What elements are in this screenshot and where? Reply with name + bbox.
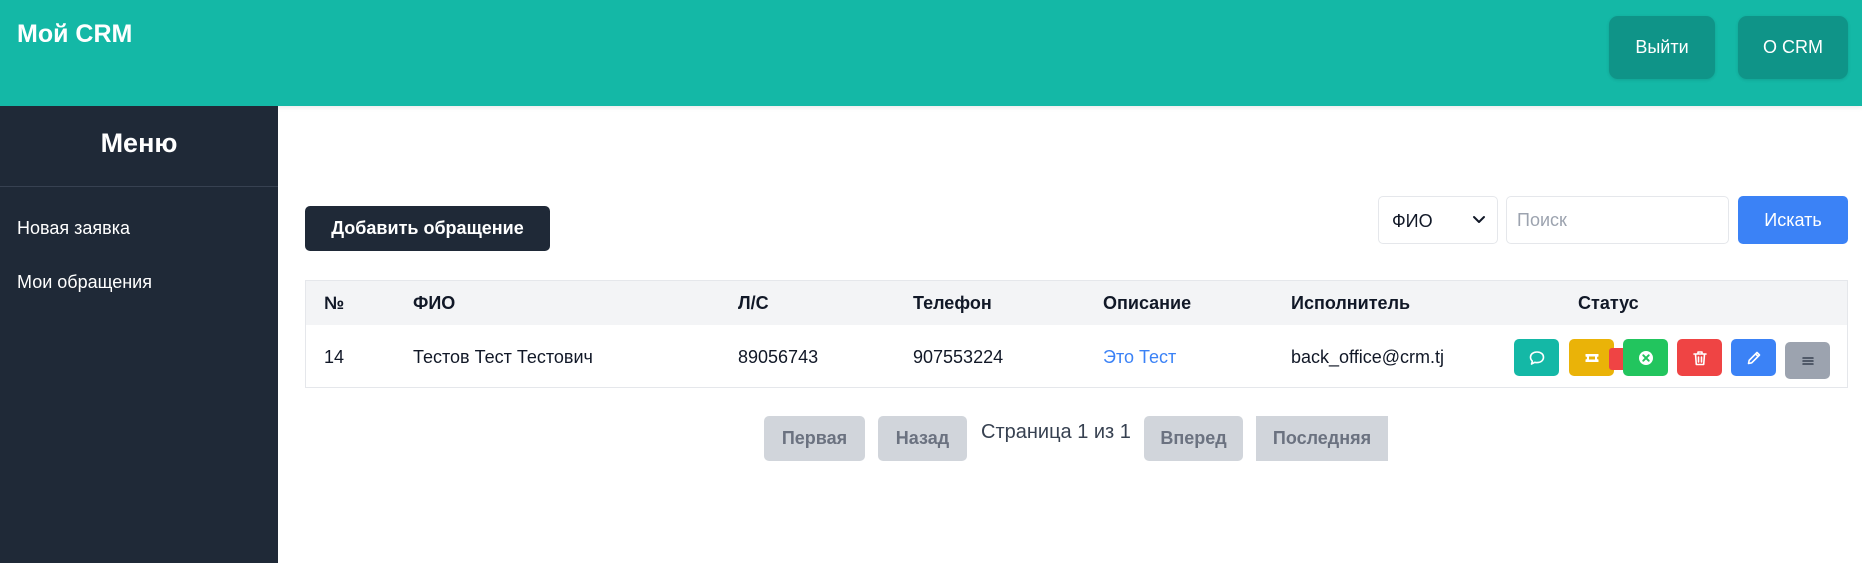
pagination-prev-button[interactable]: Назад xyxy=(878,416,967,461)
column-header-description: Описание xyxy=(1103,293,1192,313)
cell-assignee: back_office@crm.tj xyxy=(1291,347,1444,367)
column-header-assignee: Исполнитель xyxy=(1291,293,1411,313)
add-request-button[interactable]: Добавить обращение xyxy=(305,206,550,251)
chevron-down-icon xyxy=(1473,216,1485,223)
sidebar-title: Меню xyxy=(100,128,178,158)
trash-icon xyxy=(1692,350,1707,365)
cancel-request-button[interactable] xyxy=(1623,339,1668,376)
cell-fio: Тестов Тест Тестович xyxy=(413,347,593,367)
column-header-status: Статус xyxy=(1578,293,1639,313)
column-header-fio: ФИО xyxy=(413,293,456,313)
pagination-first-button[interactable]: Первая xyxy=(764,416,865,461)
search-input[interactable] xyxy=(1506,196,1729,244)
sidebar-divider xyxy=(0,186,278,187)
table-header: № ФИО Л/С Телефон Описание Исполнитель С… xyxy=(306,281,1847,325)
ticket-button[interactable] xyxy=(1569,339,1614,376)
cell-account: 89056743 xyxy=(738,347,819,367)
about-crm-button[interactable]: О CRM xyxy=(1738,16,1848,79)
cancel-icon xyxy=(1638,350,1653,365)
menu-icon xyxy=(1801,356,1814,365)
sidebar-item-new-request[interactable]: Новая заявка xyxy=(17,218,130,239)
column-header-number: № xyxy=(324,293,345,313)
edit-button[interactable] xyxy=(1731,339,1776,376)
search-button[interactable]: Искать xyxy=(1738,196,1848,244)
column-header-phone: Телефон xyxy=(913,293,992,313)
pencil-icon xyxy=(1747,351,1760,364)
sidebar-item-my-requests[interactable]: Мои обращения xyxy=(17,272,152,293)
logout-button[interactable]: Выйти xyxy=(1609,16,1715,79)
pagination-info: Страница 1 из 1 xyxy=(981,421,1131,443)
ticket-icon xyxy=(1585,353,1598,362)
top-header: Мой CRM Выйти О CRM xyxy=(0,0,1862,106)
app-title: Мой CRM xyxy=(17,20,133,48)
delete-button[interactable] xyxy=(1677,339,1722,376)
cell-phone: 907553224 xyxy=(913,347,1004,367)
search-field-select-value: ФИО xyxy=(1392,211,1433,231)
cell-number: 14 xyxy=(324,347,345,367)
cell-description-link[interactable]: Это Тест xyxy=(1103,347,1176,368)
more-options-button[interactable] xyxy=(1785,342,1830,379)
requests-table: № ФИО Л/С Телефон Описание Исполнитель С… xyxy=(305,280,1848,388)
column-header-account: Л/С xyxy=(738,293,769,313)
pagination-next-button[interactable]: Вперед xyxy=(1144,416,1243,461)
sidebar: Меню Новая заявка Мои обращения xyxy=(0,106,278,563)
search-field-select[interactable]: ФИО xyxy=(1378,196,1498,244)
comment-button[interactable] xyxy=(1514,339,1559,376)
chat-icon xyxy=(1529,350,1544,365)
pagination-last-button[interactable]: Последняя xyxy=(1256,416,1388,461)
